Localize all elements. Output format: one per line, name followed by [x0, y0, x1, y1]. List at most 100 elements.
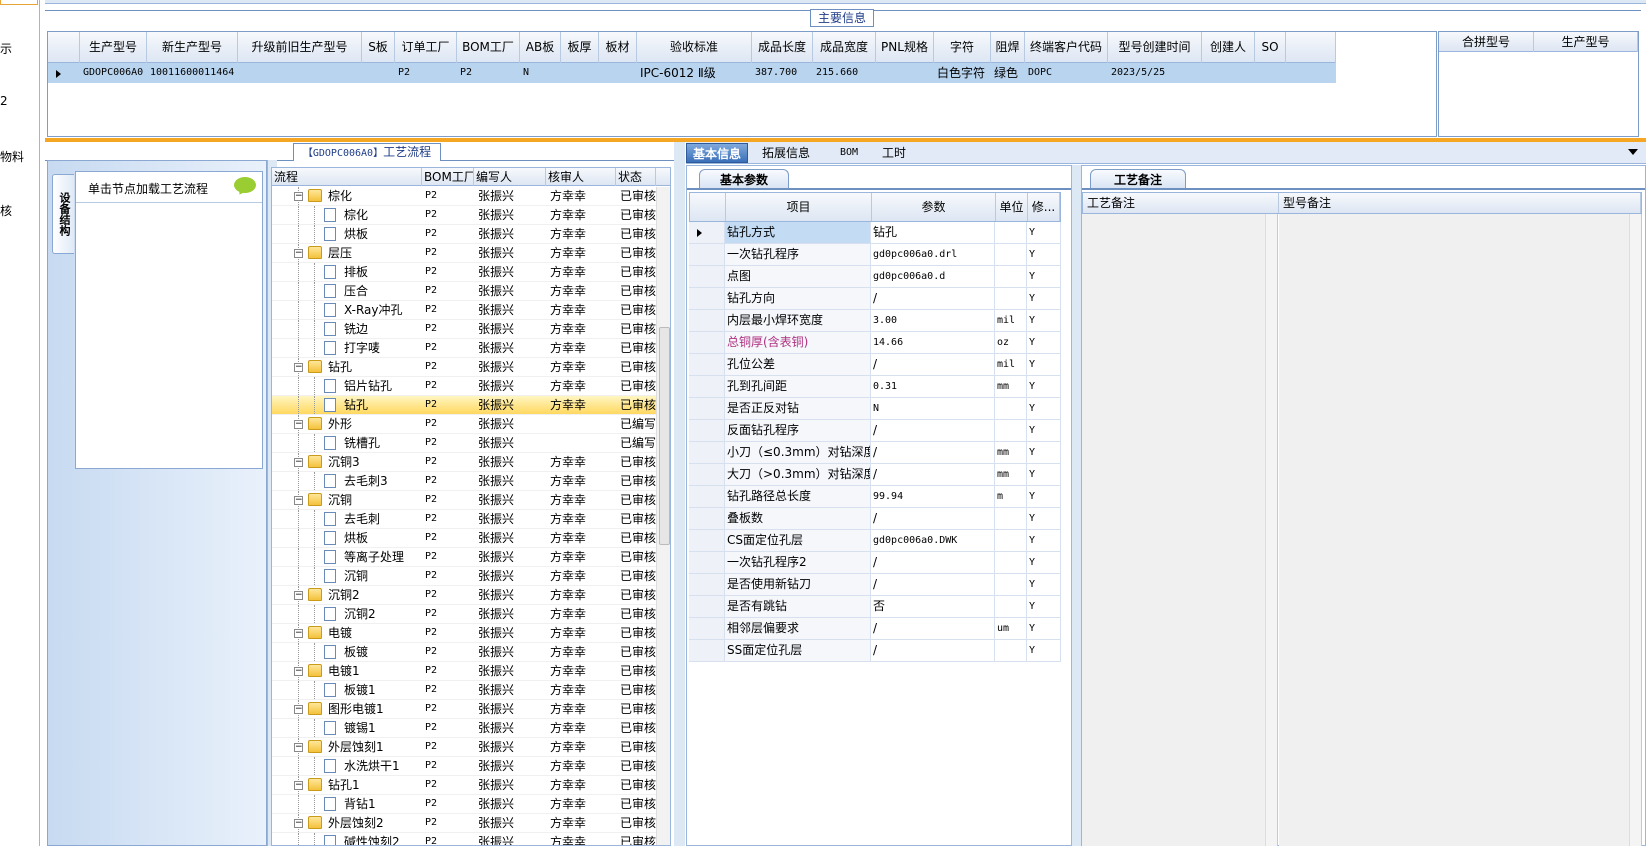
tree-row[interactable]: − 沉铜3 P2 张振兴 方幸幸 已审核	[272, 453, 670, 472]
tree-row[interactable]: 棕化 P2 张振兴 方幸幸 已审核	[272, 206, 670, 225]
collapse-icon[interactable]: −	[294, 705, 303, 714]
main-info-col-header[interactable]: S板	[362, 32, 395, 63]
param-row[interactable]: 是否有跳钻否 Y	[689, 596, 1061, 618]
tree-node[interactable]: − 电镀1	[272, 662, 422, 680]
tree-row[interactable]: − 电镀1 P2 张振兴 方幸幸 已审核	[272, 662, 670, 681]
tab-bom[interactable]: BOM	[834, 143, 864, 163]
param-value[interactable]: 钻孔	[871, 222, 995, 243]
tree-node[interactable]: 沉铜2	[272, 605, 422, 623]
tree-node[interactable]: 铝片钻孔	[272, 377, 422, 395]
param-value[interactable]: gd0pc006a0.d	[871, 266, 995, 287]
main-info-col-header[interactable]: 验收标准	[637, 32, 752, 63]
left-nav-top-button[interactable]	[0, 0, 38, 5]
param-row[interactable]: 一次钻孔程序2/ Y	[689, 552, 1061, 574]
main-info-cell[interactable]	[1255, 63, 1286, 83]
row-indicator[interactable]	[689, 376, 725, 397]
collapse-icon[interactable]: −	[294, 458, 303, 467]
row-indicator[interactable]	[689, 398, 725, 419]
left-nav-item[interactable]: 物料	[0, 148, 24, 165]
collapse-icon[interactable]: −	[294, 819, 303, 828]
row-indicator[interactable]	[689, 442, 725, 463]
main-info-cell[interactable]	[1286, 63, 1336, 83]
collapse-icon[interactable]: −	[294, 667, 303, 676]
tree-row[interactable]: 板镀1 P2 张振兴 方幸幸 已审核	[272, 681, 670, 700]
row-indicator[interactable]	[689, 640, 725, 661]
tree-row[interactable]: 烘板 P2 张振兴 方幸幸 已审核	[272, 529, 670, 548]
collapse-icon[interactable]: −	[294, 629, 303, 638]
param-value[interactable]: /	[871, 420, 995, 441]
tab-extended-info[interactable]: 拓展信息	[756, 143, 816, 163]
row-indicator[interactable]	[689, 222, 725, 243]
tree-node[interactable]: − 沉铜	[272, 491, 422, 509]
param-row[interactable]: 一次钻孔程序 gd0pc006a0.drl Y	[689, 244, 1061, 266]
tree-row[interactable]: 镀锡1 P2 张振兴 方幸幸 已审核	[272, 719, 670, 738]
tree-col-header[interactable]: 状态	[616, 168, 656, 186]
param-row[interactable]: 小刀（≤0.3mm）对钻深度 / mm Y	[689, 442, 1061, 464]
row-indicator[interactable]	[689, 486, 725, 507]
collapse-icon[interactable]: −	[294, 363, 303, 372]
main-info-col-header[interactable]: 成品长度	[752, 32, 813, 63]
row-indicator[interactable]	[689, 530, 725, 551]
row-indicator[interactable]	[689, 508, 725, 529]
tree-row[interactable]: 等离子处理 P2 张振兴 方幸幸 已审核	[272, 548, 670, 567]
param-value[interactable]: /	[871, 464, 995, 485]
main-info-col-header[interactable]	[1286, 32, 1336, 63]
collapse-icon[interactable]: −	[294, 249, 303, 258]
tree-row[interactable]: 铝片钻孔 P2 张振兴 方幸幸 已审核	[272, 377, 670, 396]
main-info-col-header[interactable]: 板厚	[561, 32, 599, 63]
tree-node[interactable]: 背钻1	[272, 795, 422, 813]
tree-node[interactable]: 水洗烘干1	[272, 757, 422, 775]
tree-node[interactable]: 铣槽孔	[272, 434, 422, 452]
tree-node[interactable]: − 外层蚀刻2	[272, 814, 422, 832]
notes-scrollbar[interactable]	[1265, 214, 1277, 846]
param-value[interactable]: 否	[871, 596, 995, 617]
col-header[interactable]: 项目	[726, 193, 872, 221]
tab-basic-info[interactable]: 基本信息	[686, 143, 749, 163]
param-value[interactable]: 99.94	[871, 486, 995, 507]
main-info-col-header[interactable]: 终端客户代码	[1025, 32, 1108, 63]
tree-row[interactable]: − 电镀 P2 张振兴 方幸幸 已审核	[272, 624, 670, 643]
row-indicator[interactable]	[689, 332, 725, 353]
main-info-col-header[interactable]: PNL规格	[876, 32, 934, 63]
param-row[interactable]: 是否正反对钻 N Y	[689, 398, 1061, 420]
row-indicator[interactable]	[689, 354, 725, 375]
main-info-col-header[interactable]: BOM工厂	[457, 32, 520, 63]
tab-work-hours[interactable]: 工时	[876, 143, 912, 163]
row-indicator[interactable]	[689, 464, 725, 485]
main-info-cell[interactable]	[561, 63, 599, 83]
tree-row[interactable]: 碱性蚀刻2 P2 张振兴 方幸幸 已审核	[272, 833, 670, 845]
tree-node[interactable]: − 钻孔1	[272, 776, 422, 794]
main-info-col-header[interactable]: 升级前旧生产型号	[238, 32, 362, 63]
tree-node[interactable]: − 沉铜3	[272, 453, 422, 471]
main-info-cell[interactable]: IPC-6012 Ⅱ级	[637, 63, 752, 83]
tree-node[interactable]: 镀锡1	[272, 719, 422, 737]
main-info-grid[interactable]: 生产型号 新生产型号 升级前旧生产型号 S板 订单工厂 BOM工厂 AB板 板厚 板材 验收标准成…	[47, 31, 1437, 137]
param-row[interactable]: 叠板数 / Y	[689, 508, 1061, 530]
merge-model-grid[interactable]: 合拼型号 生产型号	[1438, 31, 1639, 137]
tree-node[interactable]: − 外层蚀刻1	[272, 738, 422, 756]
main-info-cell[interactable]	[599, 63, 637, 83]
tree-row[interactable]: 钻孔 P2 张振兴 方幸幸 已审核	[272, 396, 670, 415]
main-info-col-header[interactable]: 型号创建时间	[1108, 32, 1202, 63]
param-row[interactable]: 钻孔方式 钻孔 Y	[689, 222, 1061, 244]
main-info-col-header[interactable]: 板材	[599, 32, 637, 63]
collapse-icon[interactable]: −	[294, 781, 303, 790]
process-notes-field[interactable]	[1082, 214, 1278, 846]
row-indicator[interactable]	[689, 420, 725, 441]
tree-row[interactable]: 背钻1 P2 张振兴 方幸幸 已审核	[272, 795, 670, 814]
process-tree-grid[interactable]: 流程 BOM工厂 编写人 核审人 状态 − 棕化 P2 张振兴 方幸幸 已审核 棕化 P2 张振兴 方幸幸…	[271, 167, 671, 846]
param-row[interactable]: 大刀（>0.3mm）对钻深度 / mm Y	[689, 464, 1061, 486]
tree-node[interactable]: 压合	[272, 282, 422, 300]
vertical-splitter[interactable]	[674, 142, 685, 846]
tree-node[interactable]: − 图形电镀1	[272, 700, 422, 718]
tree-col-header[interactable]: BOM工厂	[422, 168, 474, 186]
main-info-cell[interactable]: 387.700	[752, 63, 813, 83]
tree-row[interactable]: X-Ray冲孔 P2 张振兴 方幸幸 已审核	[272, 301, 670, 320]
tree-row[interactable]: − 沉铜 P2 张振兴 方幸幸 已审核	[272, 491, 670, 510]
param-value[interactable]: gd0pc006a0.drl	[871, 244, 995, 265]
tree-row[interactable]: 铣槽孔 P2 张振兴 已编写	[272, 434, 670, 453]
param-row[interactable]: 反面钻孔程序 / Y	[689, 420, 1061, 442]
row-indicator[interactable]	[689, 244, 725, 265]
tree-node[interactable]: 板镀1	[272, 681, 422, 699]
tree-row[interactable]: 去毛刺3 P2 张振兴 方幸幸 已审核	[272, 472, 670, 491]
